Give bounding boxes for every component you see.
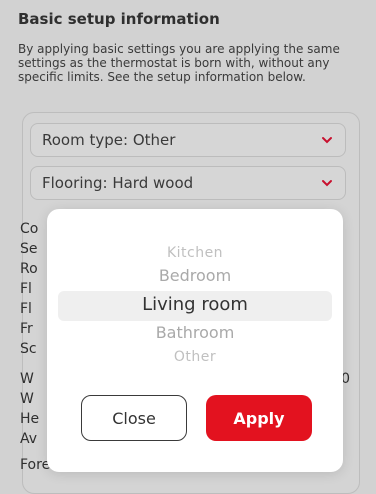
room-type-picker[interactable]: Kitchen Bedroom Living room Bathroom Oth…: [47, 239, 343, 379]
picker-option-other[interactable]: Other: [47, 349, 343, 365]
close-button[interactable]: Close: [81, 395, 187, 441]
picker-option-kitchen[interactable]: Kitchen: [47, 245, 343, 261]
picker-option-bedroom[interactable]: Bedroom: [47, 266, 343, 285]
picker-option-living-room[interactable]: Living room: [47, 294, 343, 315]
picker-option-bathroom[interactable]: Bathroom: [47, 323, 343, 342]
apply-button[interactable]: Apply: [206, 395, 312, 441]
room-type-picker-modal: Kitchen Bedroom Living room Bathroom Oth…: [47, 209, 343, 472]
